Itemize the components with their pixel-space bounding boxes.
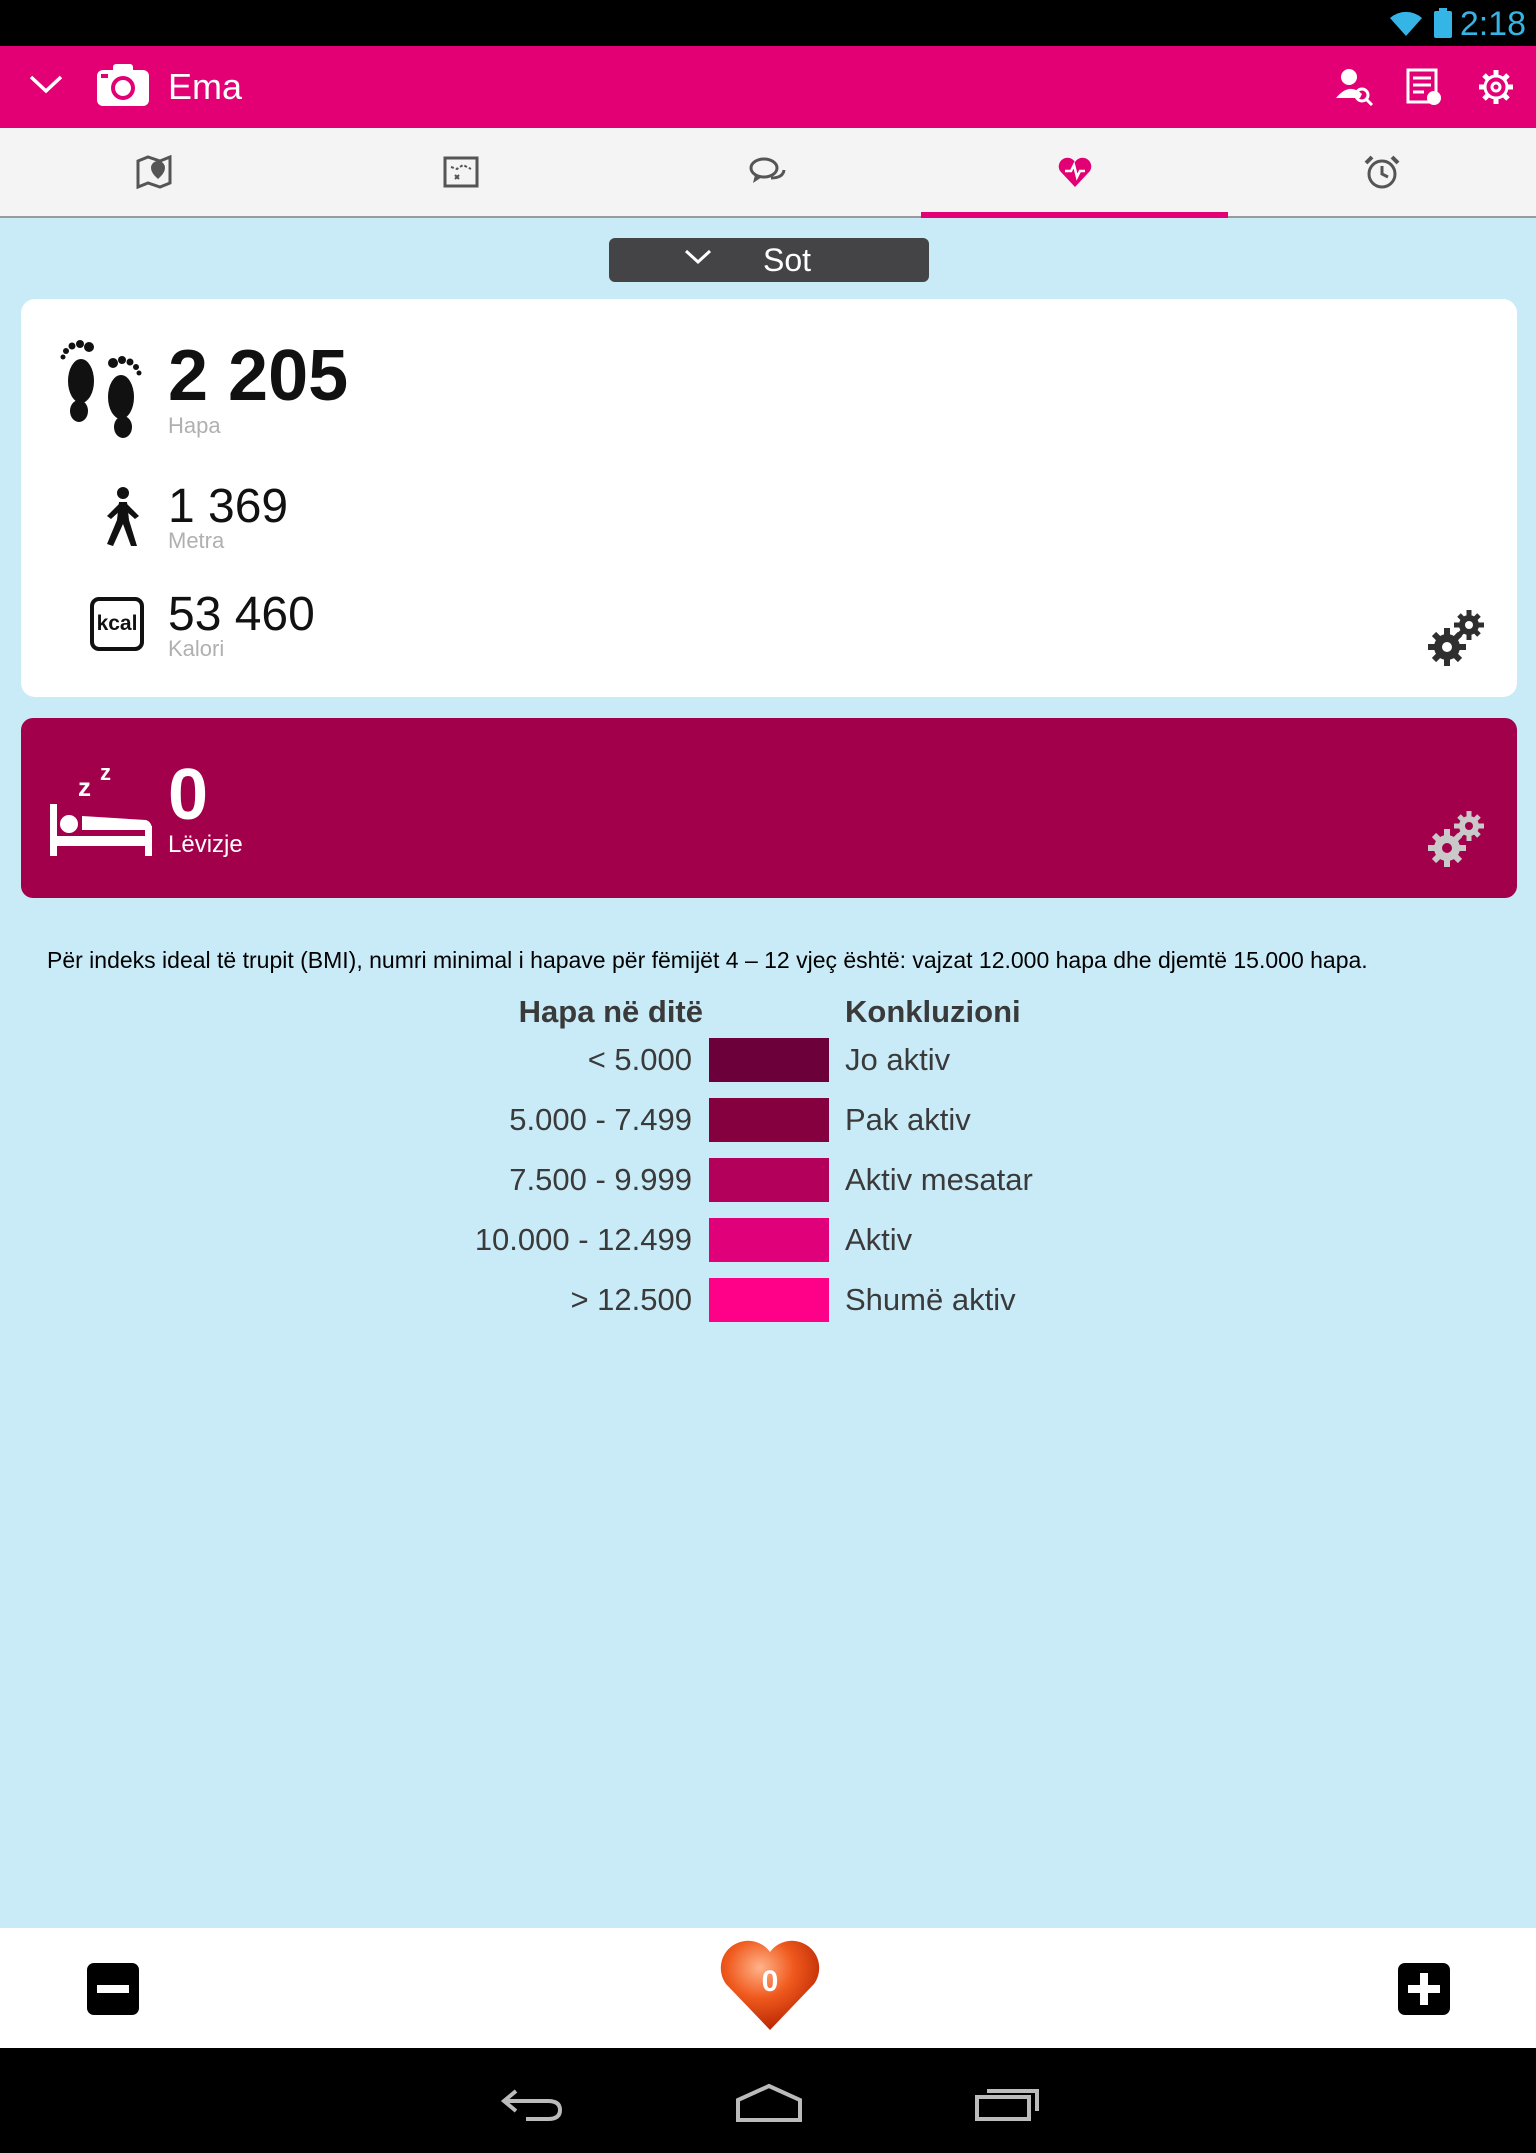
person-search-icon[interactable] xyxy=(1336,68,1374,106)
legend-swatch xyxy=(709,1218,829,1262)
legend-header-conclusion: Konkluzioni xyxy=(845,994,1021,1029)
settings-gears-icon[interactable] xyxy=(1427,609,1485,667)
child-name-title[interactable]: Ema xyxy=(168,46,242,128)
tab-zones[interactable] xyxy=(307,128,614,216)
list-icon[interactable] xyxy=(1406,68,1442,106)
kcal-icon: kcal xyxy=(90,597,144,651)
legend-range: > 12.500 xyxy=(570,1282,692,1317)
sleep-value: 0 xyxy=(168,755,209,835)
legend-row: > 12.500 Shumë aktiv xyxy=(0,1278,1536,1322)
map-pin-icon xyxy=(136,155,171,189)
tab-bar xyxy=(0,128,1536,218)
home-icon[interactable] xyxy=(734,2082,804,2122)
heart-count: 0 xyxy=(762,1965,779,1998)
legend-range: 7.500 - 9.999 xyxy=(509,1162,692,1197)
steps-value: 2 205 xyxy=(168,336,349,416)
heart-icon[interactable]: 0 xyxy=(718,1936,822,2032)
legend-label: Aktiv mesatar xyxy=(845,1162,1033,1197)
legend-swatch xyxy=(709,1158,829,1202)
legend-row: < 5.000 Jo aktiv xyxy=(0,1038,1536,1082)
legend-label: Aktiv xyxy=(845,1222,913,1257)
svg-text:z: z xyxy=(78,772,91,802)
sleep-card: z z 0 Lëvizje xyxy=(21,718,1517,898)
sleep-label: Lëvizje xyxy=(168,831,243,858)
footprints-icon xyxy=(60,340,142,438)
legend-swatch xyxy=(709,1098,829,1142)
svg-text:z: z xyxy=(100,760,111,785)
legend-range: 10.000 - 12.499 xyxy=(474,1222,692,1257)
legend-label: Pak aktiv xyxy=(845,1102,971,1137)
period-label: Sot xyxy=(763,242,812,278)
period-selector[interactable]: Sot xyxy=(609,238,929,282)
treasure-map-icon xyxy=(443,156,478,188)
kcal-icon-text: kcal xyxy=(96,612,138,635)
status-bar xyxy=(0,0,1536,46)
back-icon[interactable] xyxy=(500,2085,564,2121)
legend-swatch xyxy=(709,1278,829,1322)
tab-alarm[interactable] xyxy=(1228,128,1535,216)
camera-icon[interactable] xyxy=(97,62,149,106)
distance-value: 1 369 xyxy=(168,480,289,533)
plus-icon[interactable] xyxy=(1398,1963,1450,2015)
legend-label: Jo aktiv xyxy=(845,1042,951,1077)
calories-value: 53 460 xyxy=(168,588,315,641)
walking-person-icon xyxy=(107,487,139,546)
legend-swatch xyxy=(709,1038,829,1082)
legend-row: 10.000 - 12.499 Aktiv xyxy=(0,1218,1536,1262)
alarm-clock-icon xyxy=(1364,155,1399,189)
legend-label: Shumë aktiv xyxy=(845,1282,1016,1317)
calories-label: Kalori xyxy=(168,636,225,661)
bmi-info-text: Për indeks ideal të trupit (BMI), numri … xyxy=(47,947,1368,973)
sleeping-bed-icon: z z xyxy=(50,760,152,856)
tab-selected-indicator xyxy=(921,212,1228,218)
legend-row: 5.000 - 7.499 Pak aktiv xyxy=(0,1098,1536,1142)
legend-row: 7.500 - 9.999 Aktiv mesatar xyxy=(0,1158,1536,1202)
distance-label: Metra xyxy=(168,528,225,553)
wifi-icon xyxy=(1390,11,1422,36)
battery-icon xyxy=(1434,8,1452,38)
chevron-down-icon xyxy=(684,249,712,265)
chevron-down-icon[interactable] xyxy=(28,72,64,96)
minus-icon[interactable] xyxy=(87,1963,139,2015)
tab-chat[interactable] xyxy=(614,128,921,216)
chat-icon xyxy=(749,157,785,183)
status-time: 2:18 xyxy=(1459,5,1526,43)
settings-gears-icon[interactable] xyxy=(1427,810,1485,868)
tab-map[interactable] xyxy=(0,128,307,216)
tab-activity[interactable] xyxy=(921,128,1228,218)
recents-icon[interactable] xyxy=(975,2085,1041,2121)
activity-card: 2 205 Hapa 1 369 Metra kcal 53 460 Kalor… xyxy=(21,299,1517,697)
heart-pulse-icon xyxy=(1058,157,1091,187)
legend-range: 5.000 - 7.499 xyxy=(509,1102,692,1137)
legend-range: < 5.000 xyxy=(587,1042,692,1077)
legend-header-range: Hapa në ditë xyxy=(518,994,703,1029)
gear-icon[interactable] xyxy=(1477,68,1515,106)
steps-label: Hapa xyxy=(168,413,221,438)
